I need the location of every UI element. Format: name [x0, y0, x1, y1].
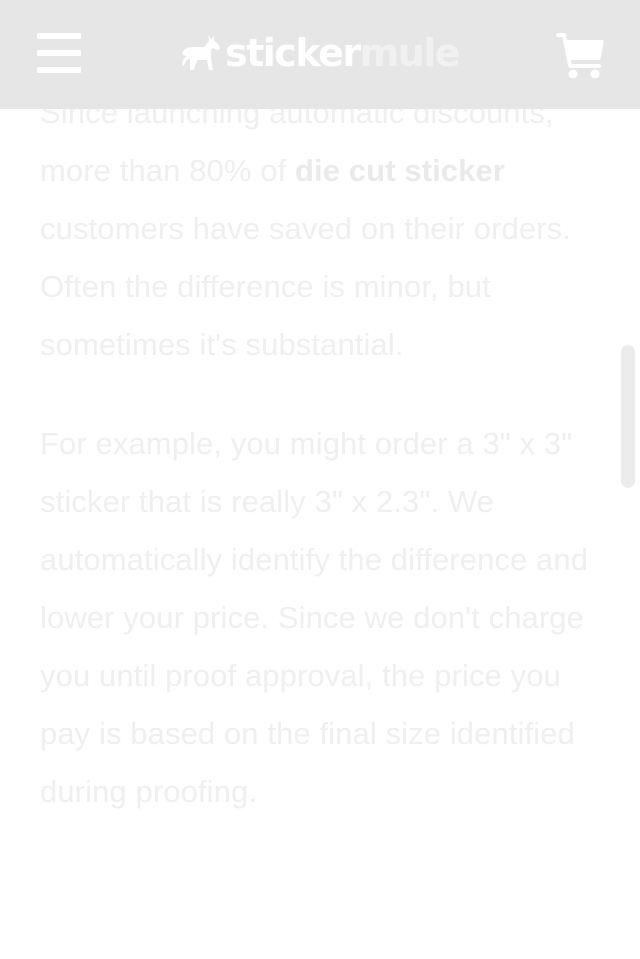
- logo-text-mule: mule: [359, 31, 461, 75]
- article-paragraph-1: Since launching automatic discounts, mor…: [40, 84, 605, 374]
- logo-text: stickermule: [225, 30, 461, 76]
- scrollbar-thumb[interactable]: [621, 345, 635, 488]
- die-cut-sticker-link[interactable]: die cut sticker: [295, 153, 505, 188]
- logo-text-sticker: sticker: [225, 31, 361, 75]
- sticker-mule-logo[interactable]: stickermule: [180, 30, 461, 76]
- mule-logo-icon: [182, 35, 220, 70]
- article-paragraph-2: For example, you might order a 3" x 3" s…: [40, 426, 589, 809]
- shopping-cart-icon: [556, 33, 604, 79]
- page: Since launching automatic discounts, mor…: [0, 0, 640, 959]
- menu-button[interactable]: [37, 33, 81, 73]
- article-body: Since launching automatic discounts, mor…: [40, 84, 605, 862]
- site-header: stickermule: [0, 0, 640, 109]
- cart-button[interactable]: [556, 33, 604, 79]
- paragraph-1-rest: customers have saved on their orders. Of…: [40, 211, 571, 362]
